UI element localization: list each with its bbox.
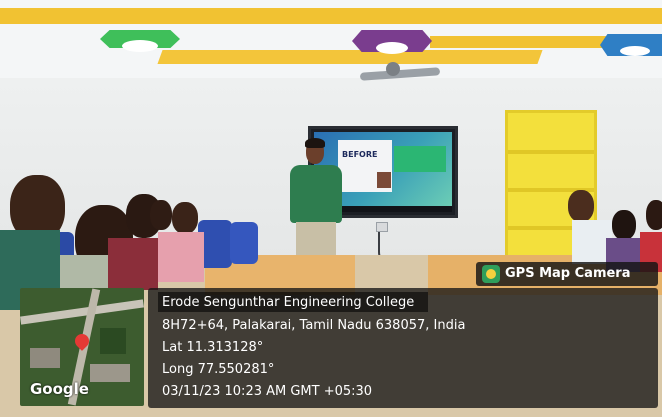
student-head: [568, 190, 594, 222]
presenter-hair: [305, 138, 325, 148]
presenter-trousers: [296, 222, 336, 256]
slide-banner: [394, 146, 446, 172]
ceiling-light-green-glow: [122, 40, 158, 52]
student-head: [172, 202, 198, 234]
student-body: [158, 232, 204, 282]
student-head: [646, 200, 662, 230]
student-head: [150, 200, 172, 230]
gps-map-camera-app-icon: [482, 265, 500, 283]
chair: [230, 222, 258, 264]
ceiling-yellow-border: [0, 8, 662, 24]
location-longitude: Long 77.550281°: [162, 362, 275, 377]
location-latitude: Lat 11.313128°: [162, 340, 264, 355]
location-datetime: 03/11/23 10:23 AM GMT +05:30: [162, 384, 373, 399]
wall-socket: [376, 222, 388, 232]
student-head: [612, 210, 636, 240]
shelf-divider: [508, 150, 594, 154]
ceiling-light-blue-glow: [620, 46, 650, 56]
student-body: [108, 238, 158, 290]
ceiling-fan-hub: [386, 62, 400, 76]
google-logo: Google: [30, 380, 89, 398]
location-address: 8H72+64, Palakarai, Tamil Nadu 638057, I…: [162, 318, 466, 333]
gps-app-name: GPS Map Camera: [505, 266, 631, 281]
presenter-shirt: [290, 165, 342, 223]
slide-heading: BEFORE: [342, 150, 378, 159]
ceiling-yellow-border-lower: [157, 50, 543, 64]
location-title: Erode Sengunthar Engineering College: [162, 295, 415, 310]
photo-scene: BEFORE GPS Map Camera Google Erode Sengu…: [0, 0, 662, 417]
slide-photo: [377, 172, 391, 188]
ceiling-light-purple-glow: [376, 42, 408, 54]
